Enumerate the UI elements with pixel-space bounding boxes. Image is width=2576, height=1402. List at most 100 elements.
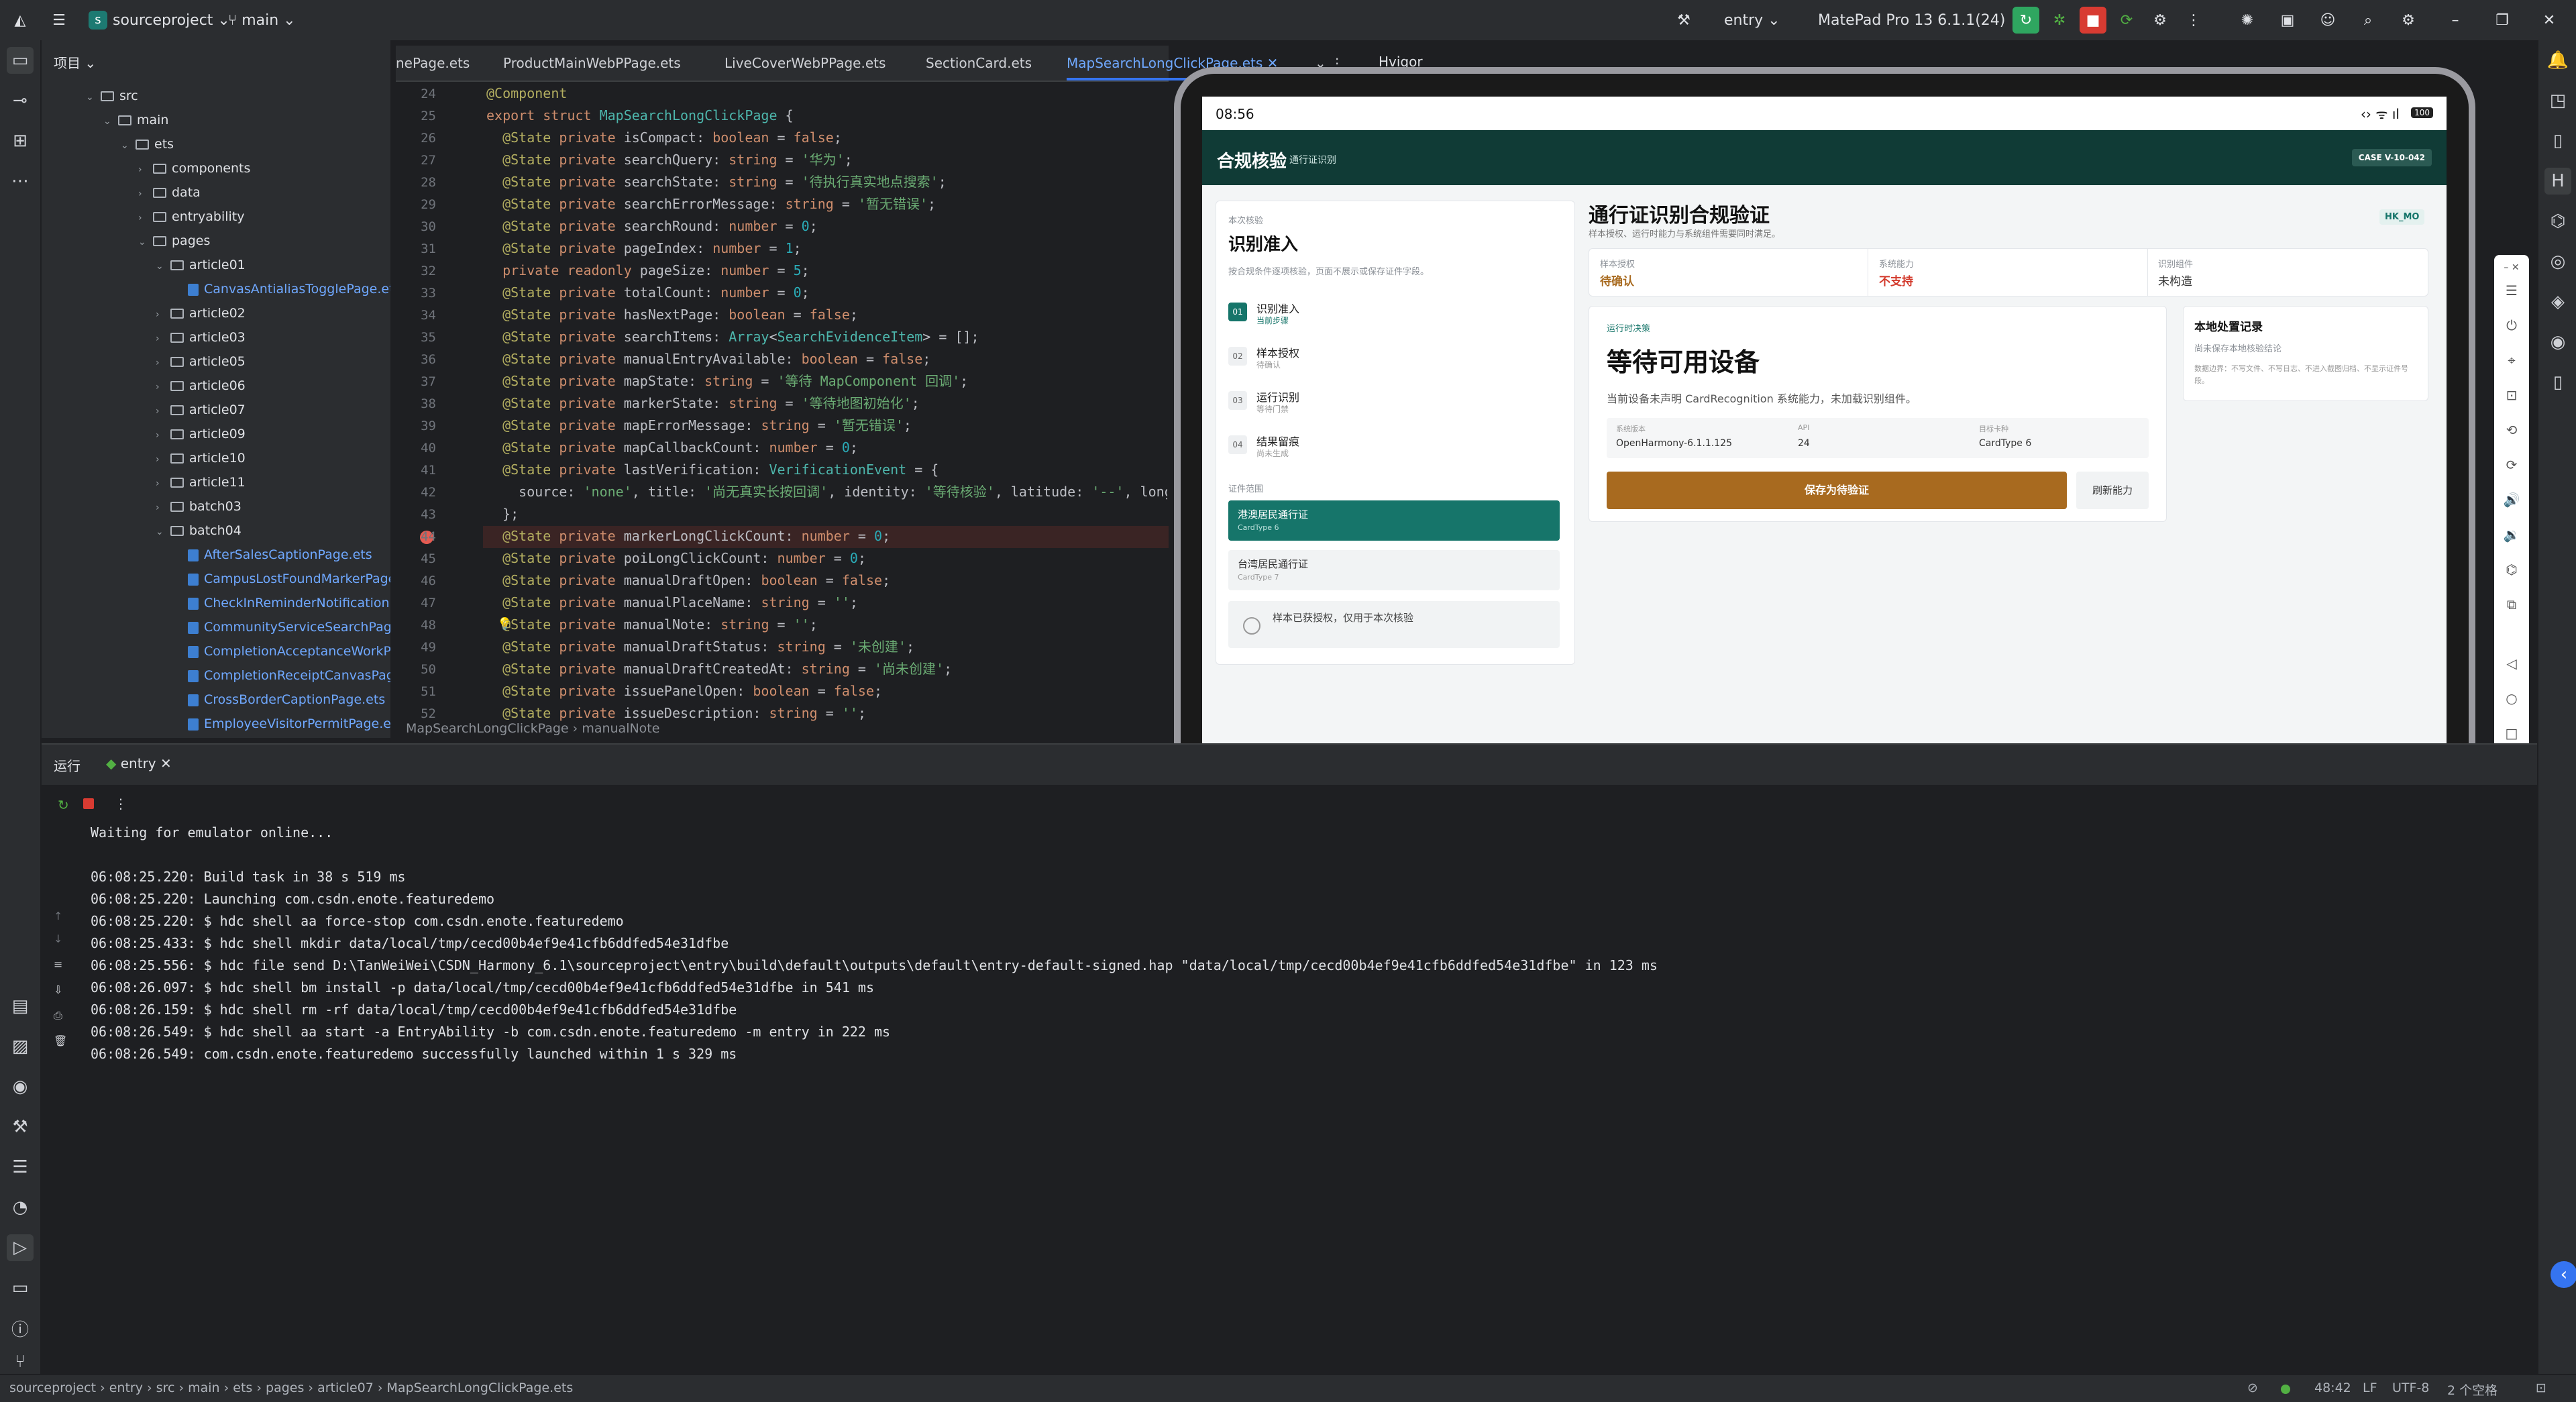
hvigor-icon[interactable]: H: [2544, 168, 2571, 195]
run-config-tab[interactable]: ◆ entry ✕: [106, 755, 172, 771]
scroll-down-icon[interactable]: ↓: [54, 932, 62, 945]
tree-file[interactable]: CompletionAcceptanceWorkPage.ets: [173, 640, 390, 663]
tree-file[interactable]: CompletionReceiptCanvasPage.ets: [173, 664, 390, 687]
tree-file[interactable]: AfterSalesCaptionPage.ets: [173, 543, 390, 566]
code-line[interactable]: @State private searchRound: number = 0;: [486, 215, 1167, 237]
run-more-icon[interactable]: ⋮: [114, 796, 127, 812]
project-tool-icon[interactable]: ▭: [7, 47, 34, 74]
todo-icon[interactable]: ☰: [7, 1154, 34, 1181]
services-icon[interactable]: ◉: [7, 1073, 34, 1100]
tab-section-card[interactable]: SectionCard.ets: [926, 46, 1032, 80]
lock-icon[interactable]: ⊡: [2536, 1381, 2546, 1395]
code-line[interactable]: @State private manualDraftOpen: boolean …: [486, 570, 1167, 592]
tree-folder[interactable]: ⌄ article01: [156, 254, 390, 276]
code-line[interactable]: @State private searchItems: Array<Search…: [486, 326, 1167, 348]
code-line[interactable]: @State private lastVerification: Verific…: [486, 459, 1167, 481]
more-tools-icon[interactable]: ⋯: [7, 168, 34, 195]
copy-icon[interactable]: ⧉: [2503, 596, 2520, 613]
arkui-icon[interactable]: ◈: [2544, 288, 2571, 315]
stop-icon[interactable]: ■: [2080, 7, 2106, 34]
debug-icon[interactable]: ✲: [2046, 7, 2073, 34]
code-line[interactable]: @State private mapState: string = '等待 Ma…: [486, 370, 1167, 392]
line-separator[interactable]: LF: [2363, 1381, 2377, 1395]
tree-file[interactable]: EmployeeVisitorPermitPage.ets: [173, 712, 390, 735]
code-line[interactable]: @State private mapCallbackCount: number …: [486, 437, 1167, 459]
inspector-icon[interactable]: ◎: [2544, 248, 2571, 275]
commit-icon[interactable]: ⊸: [7, 87, 34, 114]
apply-changes-icon[interactable]: ⟳: [2113, 7, 2140, 34]
tree-folder[interactable]: › article02: [156, 302, 390, 325]
menu-icon[interactable]: ☰: [2503, 282, 2520, 299]
status-path-item[interactable]: sourceproject: [9, 1381, 96, 1395]
pin-icon[interactable]: ⌖: [2503, 352, 2520, 369]
code-line[interactable]: @State private isCompact: boolean = fals…: [486, 127, 1167, 149]
code-line[interactable]: @State private hasNextPage: boolean = fa…: [486, 304, 1167, 326]
run-tool-icon[interactable]: ▷: [7, 1234, 34, 1261]
tree-folder[interactable]: ⌄ ets: [121, 133, 390, 156]
tree-folder[interactable]: › article09: [156, 423, 390, 445]
back-icon[interactable]: ◁: [2503, 655, 2520, 672]
refresh-capability-button[interactable]: 刷新能力: [2076, 472, 2149, 509]
code-line[interactable]: @State private manualDraftStatus: string…: [486, 636, 1167, 658]
tree-folder[interactable]: › entryability: [138, 205, 390, 228]
code-line[interactable]: export struct MapSearchLongClickPage {: [486, 105, 1167, 127]
tree-file[interactable]: CrossBorderCaptionPage.ets: [173, 688, 390, 711]
account-icon[interactable]: ☺: [2314, 7, 2341, 34]
tab-live-cover[interactable]: LiveCoverWebPPage.ets: [724, 46, 885, 80]
status-path-item[interactable]: ets: [233, 1381, 252, 1395]
scroll-end-icon[interactable]: ⇩: [54, 983, 62, 996]
breadcrumb-member[interactable]: manualNote: [582, 721, 659, 736]
hammer-icon[interactable]: ⚒: [1670, 7, 1697, 34]
maximize-icon[interactable]: ❐: [2489, 7, 2516, 34]
rotate-right-icon[interactable]: ⟳: [2503, 456, 2520, 474]
rerun-icon[interactable]: ↻: [2012, 7, 2039, 34]
status-path-item[interactable]: MapSearchLongClickPage.ets: [387, 1381, 574, 1395]
tree-folder[interactable]: › article07: [156, 398, 390, 421]
problems-icon[interactable]: ⓘ: [7, 1315, 34, 1342]
consent-checkbox-row[interactable]: 样本已获授权，仅用于本次核验: [1228, 601, 1560, 648]
tree-folder[interactable]: ⌄ main: [103, 109, 390, 131]
device-selector[interactable]: MatePad Pro 13 6.1.1(24) ⌄: [1818, 7, 2023, 34]
consent-checkbox[interactable]: [1243, 617, 1260, 635]
search-icon[interactable]: ⌕: [2355, 7, 2381, 34]
screenshot-icon[interactable]: ⌬: [2503, 561, 2520, 578]
volume-down-icon[interactable]: 🔉: [2503, 526, 2520, 543]
recents-icon[interactable]: □: [2503, 724, 2520, 742]
tab-product-main[interactable]: ProductMainWebPPage.ets: [503, 46, 681, 80]
status-path-item[interactable]: pages: [266, 1381, 304, 1395]
stop-run-icon[interactable]: [83, 798, 94, 809]
tree-file[interactable]: CampusLostFoundMarkerPage.ets: [173, 568, 390, 590]
notifications-icon[interactable]: 🔔: [2544, 47, 2571, 74]
print-icon[interactable]: ⎙: [54, 1009, 62, 1022]
tree-folder[interactable]: › data: [138, 181, 390, 204]
code-line[interactable]: @State private searchQuery: string = '华为…: [486, 149, 1167, 171]
scroll-up-icon[interactable]: ↑: [54, 910, 62, 922]
read-only-icon[interactable]: ⊘: [2247, 1381, 2258, 1395]
settings-icon[interactable]: ⚙: [2395, 7, 2422, 34]
soft-wrap-icon[interactable]: ≡: [54, 958, 62, 971]
tree-folder[interactable]: ⌄ batch04: [156, 519, 390, 542]
caret-position[interactable]: 48:42: [2314, 1381, 2351, 1395]
emulator-icon[interactable]: ▯: [2544, 127, 2571, 154]
scope-option-hk[interactable]: 港澳居民通行证 CardType 6: [1228, 500, 1560, 541]
status-path-item[interactable]: main: [188, 1381, 219, 1395]
more-icon[interactable]: ⋮: [2180, 7, 2207, 34]
main-menu-icon[interactable]: ☰: [46, 7, 72, 34]
structure-icon[interactable]: ⊞: [7, 127, 34, 154]
code-line[interactable]: };: [486, 503, 1167, 525]
code-line[interactable]: source: 'none', title: '尚无真实长按回调', ident…: [486, 481, 1167, 503]
tree-folder[interactable]: › article03: [156, 326, 390, 349]
tree-folder[interactable]: › batch03: [156, 495, 390, 518]
status-path-item[interactable]: entry: [109, 1381, 143, 1395]
trash-icon[interactable]: 🗑: [54, 1034, 67, 1047]
tree-folder[interactable]: › article06: [156, 374, 390, 397]
code-line[interactable]: @State private poiLongClickCount: number…: [486, 547, 1167, 570]
code-line[interactable]: @State private pageIndex: number = 1;: [486, 237, 1167, 260]
ai-icon[interactable]: ✺: [2234, 7, 2261, 34]
crop-icon[interactable]: ⊡: [2503, 386, 2520, 404]
tree-file[interactable]: CanvasAntialiasTogglePage.ets: [173, 278, 390, 301]
project-selector[interactable]: s sourceproject ⌄: [89, 7, 230, 34]
code-line[interactable]: @State private searchState: string = '待执…: [486, 171, 1167, 193]
indent-setting[interactable]: 2 个空格: [2447, 1381, 2498, 1399]
terminal-icon[interactable]: ▭: [7, 1275, 34, 1301]
